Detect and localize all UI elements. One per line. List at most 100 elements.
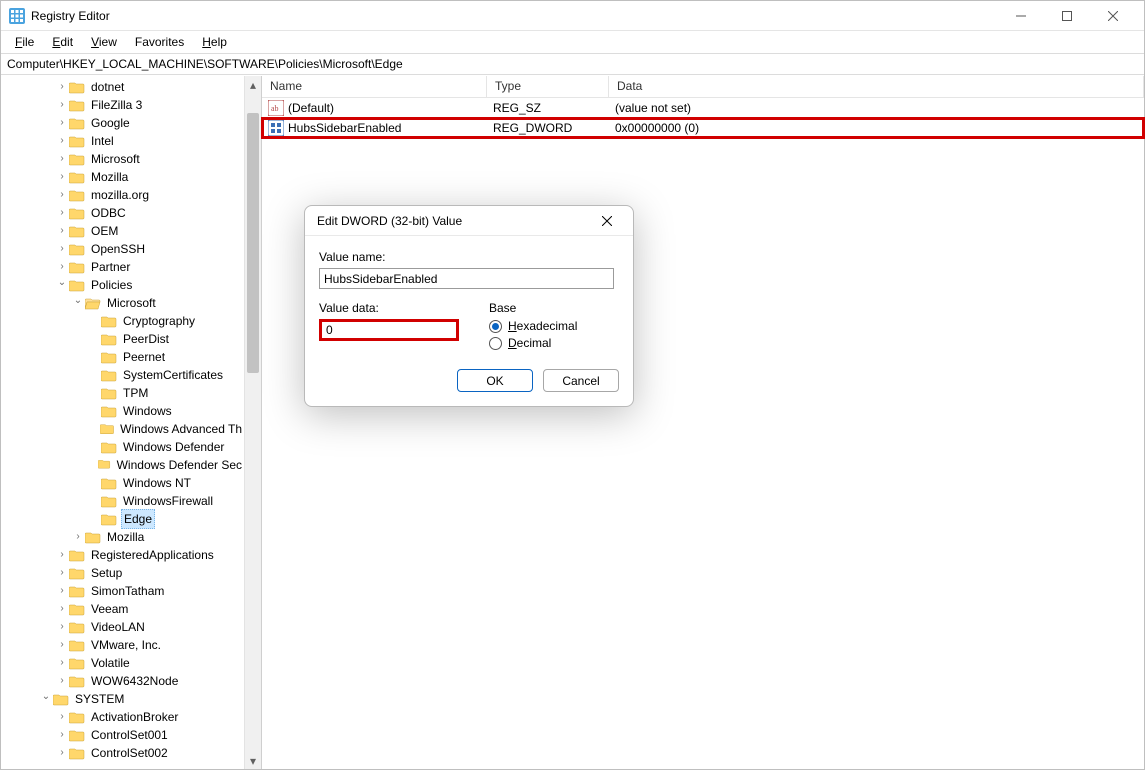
chevron-right-icon[interactable] [55,168,69,186]
tree-item[interactable]: Partner [7,258,244,276]
tree-item[interactable]: OEM [7,222,244,240]
tree-item-label: mozilla.org [89,186,151,204]
tree-item[interactable]: ControlSet001 [7,726,244,744]
chevron-right-icon[interactable] [55,78,69,96]
edit-dword-dialog: Edit DWORD (32-bit) Value Value name: Va… [304,205,634,407]
tree-item[interactable]: WindowsFirewall [7,492,244,510]
tree-item[interactable]: VMware, Inc. [7,636,244,654]
tree-item[interactable]: Policies [7,276,244,294]
tree-item[interactable]: Windows Advanced Th [7,420,244,438]
tree-item[interactable]: Peernet [7,348,244,366]
tree-item-label: Windows [121,402,174,420]
menu-help[interactable]: Help [194,33,235,51]
chevron-right-icon[interactable] [55,582,69,600]
tree-item-label: VideoLAN [89,618,147,636]
close-button[interactable] [1090,1,1136,30]
tree-item[interactable]: SYSTEM [7,690,244,708]
tree-item[interactable]: Microsoft [7,150,244,168]
tree-item[interactable]: PeerDist [7,330,244,348]
chevron-right-icon[interactable] [55,114,69,132]
vertical-scrollbar[interactable]: ▴ ▾ [244,76,261,769]
folder-icon [69,242,85,256]
chevron-down-icon[interactable] [39,690,53,708]
chevron-right-icon[interactable] [55,744,69,762]
tree-item[interactable]: SimonTatham [7,582,244,600]
ok-button[interactable]: OK [457,369,533,392]
chevron-right-icon[interactable] [55,96,69,114]
radio-decimal[interactable]: Decimal [489,336,577,350]
chevron-right-icon[interactable] [55,132,69,150]
tree-item[interactable]: Windows Defender Sec [7,456,244,474]
chevron-right-icon[interactable] [55,600,69,618]
tree-item[interactable]: Windows [7,402,244,420]
tree-item-label: Windows Advanced Th [118,420,244,438]
menu-edit[interactable]: Edit [44,33,81,51]
radio-icon [489,320,502,333]
tree-item[interactable]: Intel [7,132,244,150]
scroll-down-arrow[interactable]: ▾ [245,752,261,769]
tree-item[interactable]: Microsoft [7,294,244,312]
chevron-down-icon[interactable] [55,276,69,294]
column-type[interactable]: Type [487,76,609,97]
value-name-input[interactable] [319,268,614,289]
minimize-button[interactable] [998,1,1044,30]
tree-item[interactable]: Mozilla [7,528,244,546]
chevron-right-icon[interactable] [55,564,69,582]
tree-item[interactable]: Google [7,114,244,132]
chevron-right-icon[interactable] [71,528,85,546]
address-bar[interactable]: Computer\HKEY_LOCAL_MACHINE\SOFTWARE\Pol… [1,53,1144,75]
maximize-button[interactable] [1044,1,1090,30]
menu-file[interactable]: File [7,33,42,51]
tree-item[interactable]: Volatile [7,654,244,672]
tree-item-label: WOW6432Node [89,672,180,690]
folder-icon [101,368,117,382]
tree-item[interactable]: Mozilla [7,168,244,186]
tree-item[interactable]: FileZilla 3 [7,96,244,114]
chevron-right-icon[interactable] [55,636,69,654]
chevron-right-icon[interactable] [55,672,69,690]
tree-item[interactable]: Veeam [7,600,244,618]
chevron-right-icon[interactable] [55,726,69,744]
radio-hexadecimal[interactable]: Hexadecimal [489,319,577,333]
tree-item[interactable]: Setup [7,564,244,582]
chevron-right-icon[interactable] [55,222,69,240]
tree-item[interactable]: OpenSSH [7,240,244,258]
chevron-down-icon[interactable] [71,294,85,312]
tree-item[interactable]: VideoLAN [7,618,244,636]
value-data-input[interactable] [319,319,459,341]
folder-icon [101,476,117,490]
tree-item[interactable]: TPM [7,384,244,402]
tree-item[interactable]: SystemCertificates [7,366,244,384]
chevron-right-icon[interactable] [55,546,69,564]
tree-item[interactable]: mozilla.org [7,186,244,204]
tree-item-label: Intel [89,132,116,150]
chevron-right-icon[interactable] [55,654,69,672]
tree-item[interactable]: ControlSet002 [7,744,244,762]
menu-favorites[interactable]: Favorites [127,33,192,51]
tree-item[interactable]: ODBC [7,204,244,222]
chevron-right-icon[interactable] [55,186,69,204]
tree-item[interactable]: RegisteredApplications [7,546,244,564]
value-row[interactable]: (Default)REG_SZ(value not set) [262,98,1144,118]
column-data[interactable]: Data [609,76,1144,97]
scroll-up-arrow[interactable]: ▴ [245,76,261,93]
tree-item[interactable]: Cryptography [7,312,244,330]
tree-item[interactable]: Windows NT [7,474,244,492]
tree-item-label: dotnet [89,78,126,96]
dialog-close-button[interactable] [589,209,625,233]
chevron-right-icon[interactable] [55,618,69,636]
value-row[interactable]: HubsSidebarEnabledREG_DWORD0x00000000 (0… [262,118,1144,138]
column-name[interactable]: Name [262,76,487,97]
tree-item[interactable]: Edge [7,510,244,528]
chevron-right-icon[interactable] [55,150,69,168]
scroll-thumb[interactable] [247,113,259,373]
tree-item-label: ODBC [89,204,128,222]
chevron-right-icon[interactable] [55,708,69,726]
menu-view[interactable]: View [83,33,125,51]
tree-item[interactable]: dotnet [7,78,244,96]
chevron-right-icon[interactable] [55,204,69,222]
tree-item[interactable]: ActivationBroker [7,708,244,726]
chevron-right-icon[interactable] [55,240,69,258]
tree-item[interactable]: Windows Defender [7,438,244,456]
cancel-button[interactable]: Cancel [543,369,619,392]
